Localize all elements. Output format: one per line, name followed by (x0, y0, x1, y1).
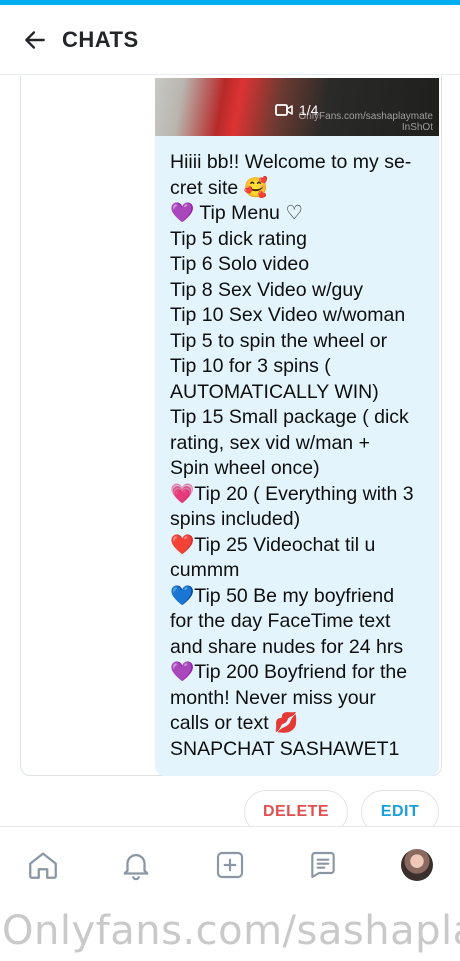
watermark-bar: Onlyfans.com/sashaplaym (0, 902, 460, 961)
page-title: CHATS (62, 26, 139, 52)
tab-profile[interactable] (397, 845, 437, 885)
header: CHATS (0, 5, 460, 75)
messages-icon (311, 851, 335, 879)
watermark-text: Onlyfans.com/sashaplaym (2, 908, 460, 954)
home-icon (29, 852, 57, 879)
media-watermark: OnlyFans.com/sashaplaymate InShOt (298, 111, 433, 133)
message-bubble: Hiiii bb!! Welcome to my se- cret site 🥰… (155, 136, 439, 776)
tab-new-post[interactable] (210, 845, 250, 885)
tab-home[interactable] (23, 845, 63, 885)
plus-square-icon (216, 851, 244, 879)
tab-messages[interactable] (303, 845, 343, 885)
bottom-tab-bar (0, 826, 460, 902)
tab-notifications[interactable] (116, 845, 156, 885)
bell-icon (123, 854, 149, 881)
message-text: Hiiii bb!! Welcome to my se- cret site 🥰… (170, 151, 414, 760)
arrow-left-icon (25, 30, 45, 49)
media-preview[interactable]: 1/4 OnlyFans.com/sashaplaymate InShOt (155, 78, 439, 136)
video-icon (275, 104, 293, 116)
back-button[interactable] (0, 5, 70, 75)
avatar (401, 849, 433, 881)
